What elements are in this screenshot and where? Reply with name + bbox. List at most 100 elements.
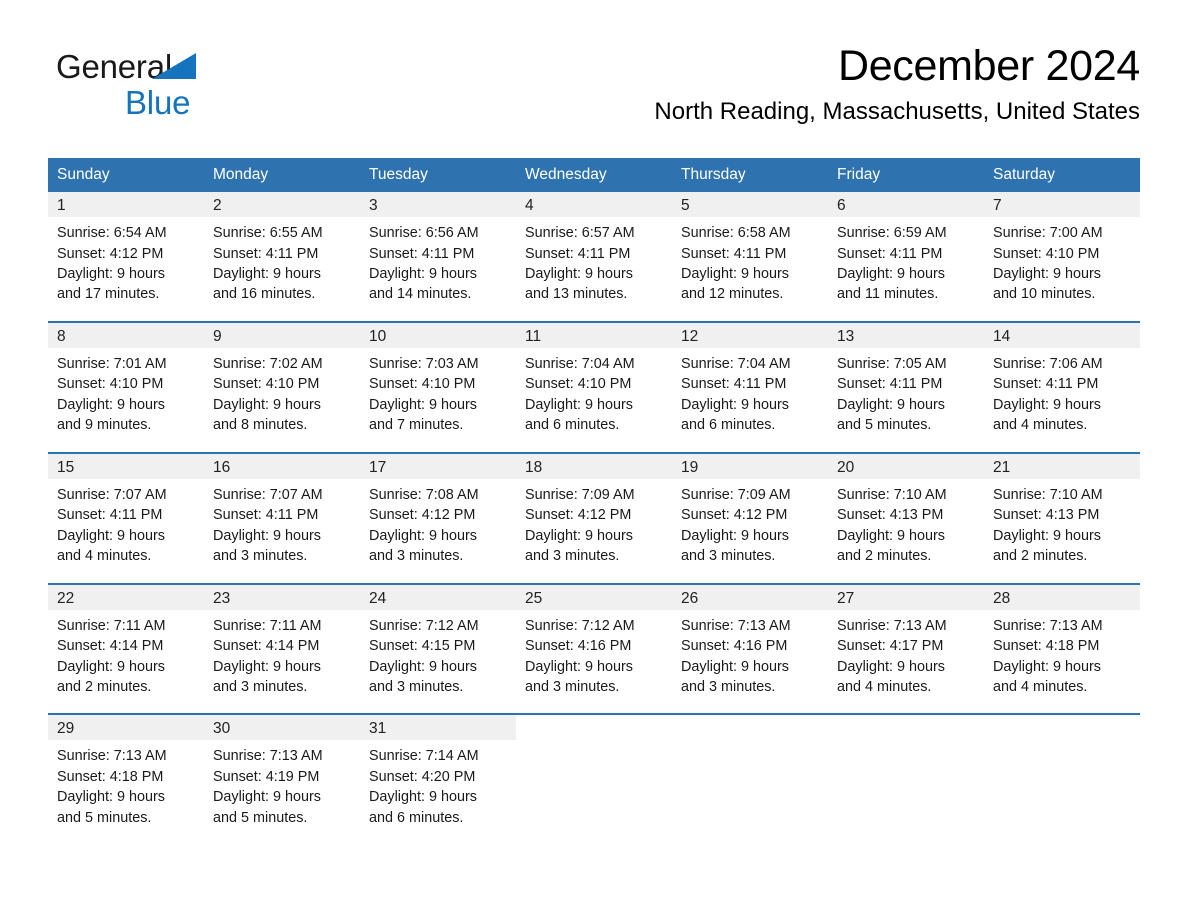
day-number[interactable]: 19: [672, 451, 828, 479]
day-cell[interactable]: Sunrise: 7:01 AM Sunset: 4:10 PM Daylight:…: [48, 347, 204, 453]
day-sunset-text: Sunset: 4:10 PM: [213, 376, 320, 393]
day-number[interactable]: 11: [516, 320, 672, 348]
day-sunrise-text: Sunrise: 7:05 AM: [837, 355, 947, 372]
day-cell[interactable]: Sunrise: 7:13 AM Sunset: 4:19 PM Daylight:…: [204, 740, 360, 845]
day-cell[interactable]: Sunrise: 7:13 AM Sunset: 4:18 PM Daylight:…: [48, 740, 204, 845]
day-cell[interactable]: Sunrise: 7:03 AM Sunset: 4:10 PM Daylight:…: [360, 347, 516, 453]
calendar-page: General Blue December 2024 North Reading…: [0, 0, 1188, 918]
day-sunset-text: Sunset: 4:14 PM: [57, 638, 164, 655]
day-cell[interactable]: Sunrise: 6:57 AM Sunset: 4:11 PM Daylight:…: [516, 217, 672, 322]
day-cell[interactable]: Sunrise: 6:55 AM Sunset: 4:11 PM Daylight:…: [204, 217, 360, 322]
day-number[interactable]: 17: [360, 451, 516, 479]
day-number[interactable]: 3: [360, 192, 516, 218]
day-number[interactable]: 1: [48, 192, 204, 218]
day-number[interactable]: 24: [360, 582, 516, 610]
day-number[interactable]: 7: [984, 192, 1140, 218]
day-number[interactable]: 29: [48, 713, 204, 741]
day-cell[interactable]: Sunrise: 7:11 AM Sunset: 4:14 PM Daylight:…: [204, 609, 360, 715]
day-cell[interactable]: Sunrise: 7:14 AM Sunset: 4:20 PM Daylight:…: [360, 740, 516, 845]
day-number[interactable]: 21: [984, 451, 1140, 479]
day-cell[interactable]: Sunrise: 7:07 AM Sunset: 4:11 PM Daylight:…: [48, 478, 204, 584]
calendar-week-daynumbers: 15 16 17 18 19 20 21: [48, 451, 1140, 479]
day-number[interactable]: 14: [984, 320, 1140, 348]
triangle-icon: [152, 53, 196, 79]
day-number[interactable]: 25: [516, 582, 672, 610]
day-cell[interactable]: Sunrise: 7:10 AM Sunset: 4:13 PM Daylight:…: [984, 478, 1140, 584]
day-sunrise-text: Sunrise: 7:06 AM: [993, 355, 1103, 372]
day-sunrise-text: Sunrise: 7:14 AM: [369, 748, 479, 765]
day-number[interactable]: 22: [48, 582, 204, 610]
day-number[interactable]: 27: [828, 582, 984, 610]
day-sunrise-text: Sunrise: 7:04 AM: [681, 355, 791, 372]
day-sunset-text: Sunset: 4:12 PM: [369, 507, 476, 524]
calendar-week-details: Sunrise: 7:11 AM Sunset: 4:14 PM Daylight:…: [48, 609, 1140, 715]
day-cell[interactable]: Sunrise: 7:02 AM Sunset: 4:10 PM Daylight:…: [204, 347, 360, 453]
day-cell[interactable]: Sunrise: 7:06 AM Sunset: 4:11 PM Daylight:…: [984, 347, 1140, 453]
day-number[interactable]: 23: [204, 582, 360, 610]
day-sunset-text: Sunset: 4:11 PM: [57, 507, 163, 524]
day-sunrise-text: Sunrise: 7:07 AM: [213, 486, 323, 503]
day-sunrise-text: Sunrise: 7:11 AM: [213, 617, 322, 634]
day-sunrise-text: Sunrise: 7:13 AM: [837, 617, 947, 634]
day-cell[interactable]: Sunrise: 6:54 AM Sunset: 4:12 PM Daylight:…: [48, 217, 204, 322]
day-cell[interactable]: Sunrise: 7:09 AM Sunset: 4:12 PM Daylight:…: [516, 478, 672, 584]
day-number[interactable]: 5: [672, 192, 828, 218]
day-cell[interactable]: Sunrise: 7:13 AM Sunset: 4:17 PM Daylight:…: [828, 609, 984, 715]
day-daylight-line2-text: and 4 minutes.: [57, 548, 152, 565]
day-daylight-line1-text: Daylight: 9 hours: [681, 658, 789, 675]
day-daylight-line2-text: and 12 minutes.: [681, 286, 784, 303]
day-number[interactable]: 16: [204, 451, 360, 479]
day-number[interactable]: 10: [360, 320, 516, 348]
day-daylight-line1-text: Daylight: 9 hours: [525, 265, 633, 282]
calendar-head: Sunday Monday Tuesday Wednesday Thursday…: [48, 158, 1140, 192]
day-cell[interactable]: Sunrise: 7:00 AM Sunset: 4:10 PM Daylight:…: [984, 217, 1140, 322]
day-number[interactable]: 30: [204, 713, 360, 741]
day-number[interactable]: 20: [828, 451, 984, 479]
day-sunrise-text: Sunrise: 6:58 AM: [681, 225, 791, 242]
day-daylight-line1-text: Daylight: 9 hours: [57, 658, 165, 675]
day-sunset-text: Sunset: 4:13 PM: [993, 507, 1100, 524]
day-cell[interactable]: Sunrise: 7:04 AM Sunset: 4:10 PM Daylight:…: [516, 347, 672, 453]
day-cell[interactable]: Sunrise: 7:12 AM Sunset: 4:16 PM Daylight:…: [516, 609, 672, 715]
day-daylight-line1-text: Daylight: 9 hours: [525, 527, 633, 544]
day-sunset-text: Sunset: 4:16 PM: [681, 638, 788, 655]
day-sunset-text: Sunset: 4:13 PM: [837, 507, 944, 524]
day-cell[interactable]: Sunrise: 7:10 AM Sunset: 4:13 PM Daylight:…: [828, 478, 984, 584]
day-number[interactable]: 15: [48, 451, 204, 479]
day-sunrise-text: Sunrise: 7:12 AM: [525, 617, 635, 634]
day-number[interactable]: 13: [828, 320, 984, 348]
day-sunset-text: Sunset: 4:11 PM: [213, 507, 319, 524]
day-number[interactable]: 28: [984, 582, 1140, 610]
day-cell[interactable]: Sunrise: 7:04 AM Sunset: 4:11 PM Daylight:…: [672, 347, 828, 453]
day-number[interactable]: 2: [204, 192, 360, 218]
day-cell[interactable]: Sunrise: 7:09 AM Sunset: 4:12 PM Daylight:…: [672, 478, 828, 584]
day-sunset-text: Sunset: 4:15 PM: [369, 638, 476, 655]
day-number[interactable]: 12: [672, 320, 828, 348]
day-sunset-text: Sunset: 4:11 PM: [525, 245, 631, 262]
logo-text-general: General: [56, 50, 316, 84]
day-number[interactable]: 26: [672, 582, 828, 610]
day-sunrise-text: Sunrise: 7:10 AM: [993, 486, 1103, 503]
day-sunset-text: Sunset: 4:12 PM: [681, 507, 788, 524]
day-number[interactable]: 6: [828, 192, 984, 218]
day-cell[interactable]: Sunrise: 7:13 AM Sunset: 4:18 PM Daylight:…: [984, 609, 1140, 715]
day-number[interactable]: 4: [516, 192, 672, 218]
day-cell[interactable]: Sunrise: 6:58 AM Sunset: 4:11 PM Daylight:…: [672, 217, 828, 322]
day-cell[interactable]: Sunrise: 7:12 AM Sunset: 4:15 PM Daylight:…: [360, 609, 516, 715]
day-daylight-line2-text: and 3 minutes.: [525, 548, 620, 565]
day-cell[interactable]: Sunrise: 7:07 AM Sunset: 4:11 PM Daylight:…: [204, 478, 360, 584]
day-number[interactable]: 18: [516, 451, 672, 479]
day-sunrise-text: Sunrise: 7:03 AM: [369, 355, 479, 372]
day-cell[interactable]: Sunrise: 7:05 AM Sunset: 4:11 PM Daylight:…: [828, 347, 984, 453]
day-cell[interactable]: Sunrise: 7:08 AM Sunset: 4:12 PM Daylight:…: [360, 478, 516, 584]
day-daylight-line1-text: Daylight: 9 hours: [837, 658, 945, 675]
day-daylight-line1-text: Daylight: 9 hours: [525, 396, 633, 413]
day-sunset-text: Sunset: 4:17 PM: [837, 638, 944, 655]
day-number[interactable]: 9: [204, 320, 360, 348]
day-cell[interactable]: Sunrise: 6:59 AM Sunset: 4:11 PM Daylight:…: [828, 217, 984, 322]
day-cell[interactable]: Sunrise: 7:13 AM Sunset: 4:16 PM Daylight:…: [672, 609, 828, 715]
day-number[interactable]: 8: [48, 320, 204, 348]
day-cell[interactable]: Sunrise: 6:56 AM Sunset: 4:11 PM Daylight:…: [360, 217, 516, 322]
day-number[interactable]: 31: [360, 713, 516, 741]
day-cell[interactable]: Sunrise: 7:11 AM Sunset: 4:14 PM Daylight:…: [48, 609, 204, 715]
